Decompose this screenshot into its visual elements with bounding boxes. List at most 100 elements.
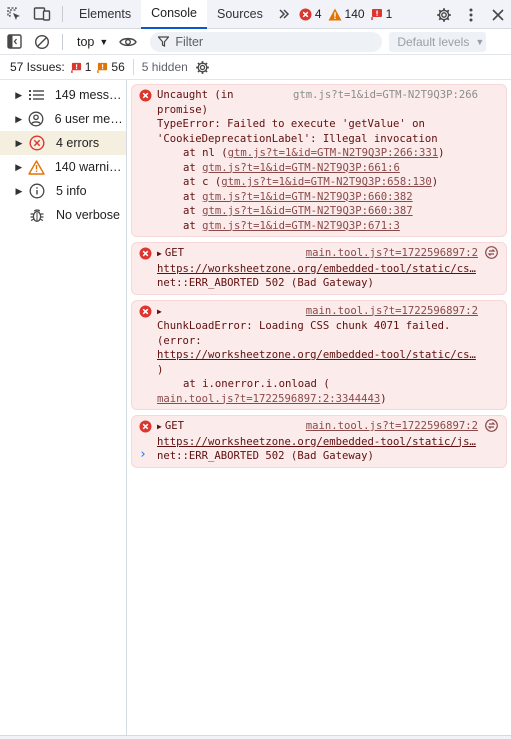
message-text: TypeError: Failed to execute 'getValue' … [157,118,425,130]
error-icon [139,247,152,260]
filter-input[interactable]: Filter [150,31,383,52]
message-text: 'CookieDeprecationLabel': Illegal invoca… [157,132,438,145]
source-link[interactable]: main.tool.js?t=1722596897:2 [306,304,478,319]
device-toolbar-icon[interactable] [28,0,56,29]
filter-funnel-icon [158,36,170,47]
caret-down-icon: ▼ [475,36,485,47]
console-error-message[interactable]: main.tool.js?t=1722596897:2 ▶ GET https:/… [131,242,507,295]
message-text: ChunkLoadError: Loading CSS chunk 4071 f… [157,320,451,332]
console-sidebar: ▶ 149 messa… ▶ 6 user mes… ▶ 4 errors ▶ … [0,80,127,735]
request-url[interactable]: https://worksheetzone.org/embedded-tool/… [157,262,500,277]
source-link[interactable]: gtm.js?t=1&id=GTM-N2T9Q3P:266 [293,88,478,103]
expand-triangle-icon[interactable]: ▶ [157,247,162,262]
error-text: net::ERR_ABORTED 502 (Bad Gateway) [157,450,374,462]
warning-issues-badge[interactable]: 56 [97,60,125,74]
sidebar-item-label: 4 errors [56,136,100,150]
sidebar-item-info[interactable]: ▶ 5 info [0,179,126,203]
issue-flag-icon [370,9,382,20]
more-tabs-chevron-icon[interactable] [273,0,295,29]
expand-arrow-icon[interactable]: ▶ [10,138,28,149]
issues-label: 57 Issues: [10,60,65,74]
source-link[interactable]: main.tool.js?t=1722596897:2 [306,419,478,434]
divider [62,33,63,50]
divider [62,6,63,22]
console-error-message[interactable]: main.tool.js?t=1722596897:2 ▶ ChunkLoadE… [131,299,507,410]
sidebar-item-label: 6 user mes… [54,112,126,126]
error-icon [139,89,152,102]
warning-issues-count: 56 [111,60,125,74]
log-levels-dropdown[interactable]: Default levels ▼ [389,31,487,52]
error-icon [299,8,312,20]
sidebar-item-messages[interactable]: ▶ 149 messa… [0,83,126,107]
sidebar-item-label: 149 messa… [54,88,126,102]
stack-prefix: at c ( [183,176,222,188]
bottom-drawer-edge [0,735,511,739]
console-toolbar: top ▼ Filter Default levels ▼ [0,29,511,55]
http-method: GET [164,420,184,432]
context-label: top [77,34,95,49]
stack-link[interactable]: main.tool.js?t=1722596897:2:3344443 [157,393,380,405]
error-counter[interactable]: 4 [299,7,322,21]
stack-suffix: ) [380,392,387,405]
request-url[interactable]: https://worksheetzone.org/embedded-tool/… [157,435,500,450]
error-count: 4 [314,7,322,21]
stack-link[interactable]: gtm.js?t=1&id=GTM-N2T9Q3P:266:331 [228,147,438,159]
expand-arrow-icon[interactable]: ▶ [10,186,28,197]
log-levels-label: Default levels [397,34,470,49]
source-link[interactable]: main.tool.js?t=1722596897:2 [306,246,478,261]
chunk-url[interactable]: https://worksheetzone.org/embedded-tool/… [157,348,500,363]
console-settings-gear-icon[interactable] [195,60,210,75]
tab-console[interactable]: Console [141,0,207,29]
error-icon [139,420,152,433]
issues-count: 1 [385,7,393,21]
console-counters[interactable]: 4 140 1 [299,7,398,21]
stack-frame: at gtm.js?t=1&id=GTM-N2T9Q3P:671:3 [157,219,500,234]
console-error-message[interactable]: main.tool.js?t=1722596897:2 ▶ GET https:/… [131,415,507,468]
sidebar-toggle-icon[interactable] [0,29,28,55]
message-text: promise) [157,103,209,116]
settings-gear-icon[interactable] [430,0,457,29]
network-request-icon[interactable] [485,246,498,259]
http-method: GET [164,247,184,259]
live-expression-eye-icon[interactable] [114,29,142,55]
expand-arrow-icon[interactable]: ▶ [10,114,27,125]
expand-arrow-icon[interactable]: ▶ [10,90,27,101]
console-error-message[interactable]: gtm.js?t=1&id=GTM-N2T9Q3P:266 Uncaught (… [131,84,507,237]
sidebar-item-errors[interactable]: ▶ 4 errors [0,131,126,155]
tab-elements[interactable]: Elements [69,0,141,29]
issues-counter[interactable]: 1 [370,7,393,21]
warning-counter[interactable]: 140 [328,7,365,21]
stack-link[interactable]: gtm.js?t=1&id=GTM-N2T9Q3P:658:130 [221,176,431,188]
hidden-issues[interactable]: 5 hidden [142,60,188,74]
filter-placeholder: Filter [175,34,204,49]
clear-console-icon[interactable] [28,29,56,55]
expand-arrow-icon[interactable]: ▶ [10,162,27,173]
expand-triangle-icon[interactable]: ▶ [157,305,162,320]
warning-count: 140 [344,7,365,21]
more-options-icon[interactable] [457,0,484,29]
stack-link[interactable]: gtm.js?t=1&id=GTM-N2T9Q3P:660:382 [202,191,412,203]
stack-suffix: ) [431,176,439,188]
console-prompt-chevron-icon[interactable]: › [139,447,147,462]
stack-link[interactable]: gtm.js?t=1&id=GTM-N2T9Q3P:671:3 [202,220,400,232]
context-selector[interactable]: top ▼ [69,29,114,55]
error-issues-badge[interactable]: 1 [70,60,91,74]
caret-down-icon: ▼ [99,36,109,47]
sidebar-item-user-messages[interactable]: ▶ 6 user mes… [0,107,126,131]
sidebar-item-label: 5 info [56,184,87,198]
tab-sources[interactable]: Sources [207,0,273,29]
sidebar-item-label: 140 warnin… [54,160,126,174]
stack-prefix: at [183,219,203,232]
stack-frame: at i.onerror.i.onload ( [183,378,330,390]
sidebar-item-warnings[interactable]: ▶ 140 warnin… [0,155,126,179]
inspect-element-icon[interactable] [0,0,28,29]
issue-flag-icon [97,62,108,73]
stack-link[interactable]: gtm.js?t=1&id=GTM-N2T9Q3P:661:6 [202,162,400,174]
sidebar-item-verbose[interactable]: No verbose [0,203,126,227]
expand-triangle-icon[interactable]: ▶ [157,420,162,435]
message-text: (error: [157,334,202,347]
stack-link[interactable]: gtm.js?t=1&id=GTM-N2T9Q3P:660:387 [202,205,412,217]
network-request-icon[interactable] [485,419,498,432]
close-icon[interactable] [484,0,511,29]
warning-icon [27,158,45,176]
